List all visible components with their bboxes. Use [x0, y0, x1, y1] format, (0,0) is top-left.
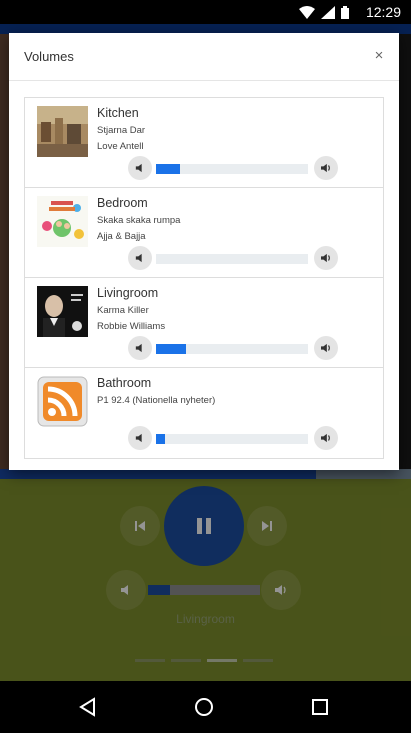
volume-up-button[interactable]: [314, 156, 338, 180]
status-bar: 12:29: [0, 0, 411, 24]
zone-row-bedroom: Bedroom Skaka skaka rumpa Ajja & Bajja: [25, 188, 383, 278]
volume-slider[interactable]: [156, 254, 308, 264]
volume-slider[interactable]: [156, 164, 308, 174]
volume-up-icon: [321, 433, 330, 443]
volumes-dialog: Volumes × Kitchen Stjarna Dar Love Antel…: [9, 33, 399, 470]
volume-down-button[interactable]: [128, 336, 152, 360]
volume-up-button[interactable]: [314, 336, 338, 360]
volume-slider[interactable]: [156, 344, 308, 354]
album-art-livingroom: [37, 286, 88, 337]
rss-icon: [37, 376, 88, 427]
zone-track-title: Skaka skaka rumpa: [97, 215, 181, 226]
volume-up-icon: [321, 253, 330, 263]
home-button[interactable]: [191, 694, 217, 720]
close-button[interactable]: ×: [371, 47, 387, 65]
volume-up-button[interactable]: [314, 246, 338, 270]
zone-row-bathroom: Bathroom P1 92.4 (Nationella nyheter): [25, 368, 383, 458]
back-button[interactable]: [75, 694, 101, 720]
wifi-icon: [299, 5, 315, 19]
recents-icon: [312, 699, 328, 715]
volume-up-icon: [321, 163, 330, 173]
zone-room-name: Livingroom: [97, 286, 159, 300]
zone-row-livingroom: Livingroom Karma Killer Robbie Williams: [25, 278, 383, 368]
system-navigation-bar: [0, 681, 411, 733]
battery-icon: [341, 5, 349, 19]
back-icon: [79, 697, 95, 717]
zone-track-artist: Love Antell: [97, 141, 144, 152]
volume-down-button[interactable]: [128, 246, 152, 270]
volume-down-button[interactable]: [128, 426, 152, 450]
dialog-header: Volumes ×: [9, 33, 399, 81]
volume-down-button[interactable]: [128, 156, 152, 180]
status-time: 12:29: [365, 4, 401, 20]
zone-track-title: Stjarna Dar: [97, 125, 146, 136]
volume-up-icon: [321, 343, 330, 353]
dialog-title: Volumes: [24, 49, 74, 64]
volume-slider-fill: [156, 434, 166, 444]
volume-slider[interactable]: [156, 434, 308, 444]
volume-slider-fill: [156, 164, 181, 174]
zone-track-title: Karma Killer: [97, 305, 149, 316]
status-icons: [299, 5, 349, 19]
volume-down-icon: [135, 253, 142, 263]
zone-station-title: P1 92.4 (Nationella nyheter): [97, 395, 216, 406]
volume-slider-fill: [156, 344, 187, 354]
home-icon: [195, 698, 213, 716]
zone-track-artist: Ajja & Bajja: [97, 231, 146, 242]
zone-list: Kitchen Stjarna Dar Love Antell Bedroom …: [24, 97, 384, 459]
volume-down-icon: [135, 433, 142, 443]
album-art-kitchen: [37, 106, 88, 157]
recents-button[interactable]: [307, 694, 333, 720]
zone-room-name: Bedroom: [97, 196, 148, 210]
album-art-bedroom: [37, 196, 88, 247]
zone-room-name: Bathroom: [97, 376, 152, 390]
volume-down-icon: [135, 343, 142, 353]
volume-down-icon: [135, 163, 142, 173]
signal-icon: [321, 5, 335, 19]
zone-track-artist: Robbie Williams: [97, 321, 166, 332]
volume-up-button[interactable]: [314, 426, 338, 450]
zone-row-kitchen: Kitchen Stjarna Dar Love Antell: [25, 98, 383, 188]
zone-room-name: Kitchen: [97, 106, 139, 120]
